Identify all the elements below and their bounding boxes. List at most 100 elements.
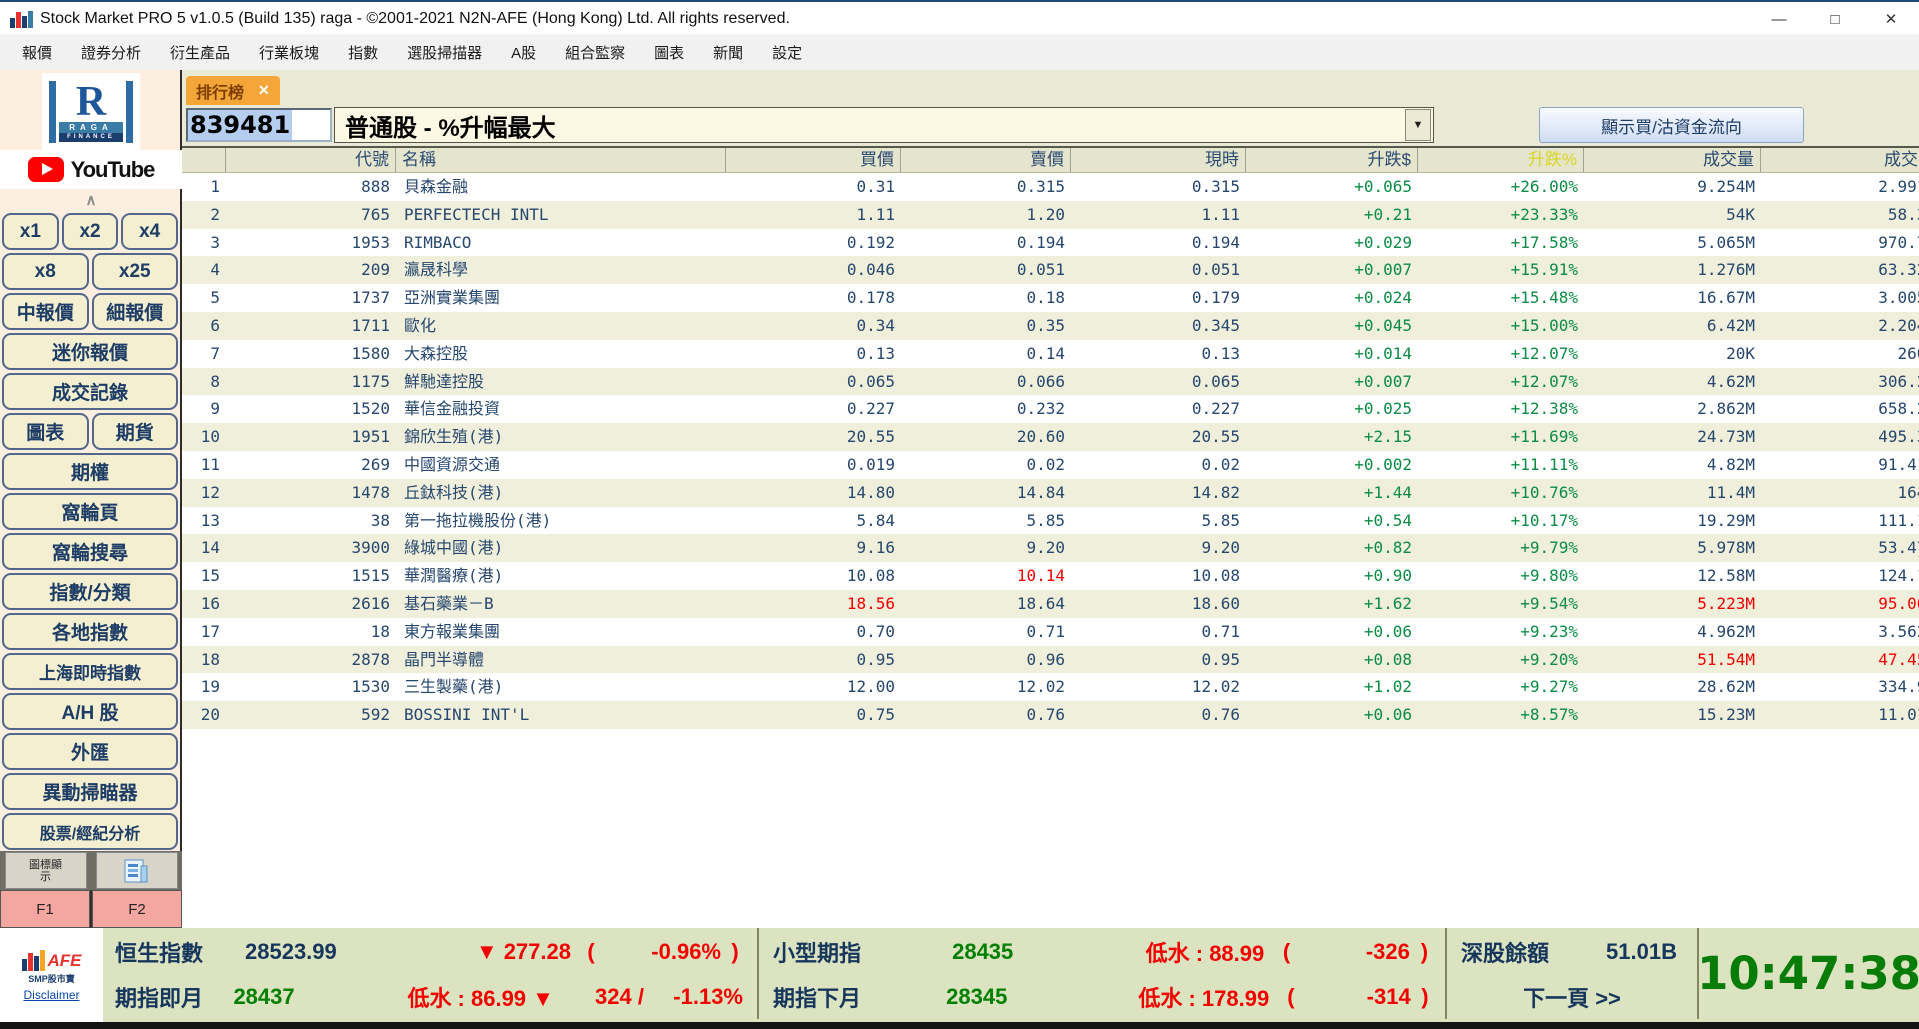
- close-button[interactable]: ✕: [1863, 2, 1919, 36]
- table-row[interactable]: 20 592 BOSSINI INT'L 0.75 0.76 0.76 +0.06 +8.57…: [182, 701, 1919, 729]
- sidebar-item-細報價[interactable]: 細報價: [91, 293, 178, 330]
- cell-amt: 47.45M: [1878, 649, 1919, 669]
- table-row[interactable]: 12 1478 丘鈦科技(港) 14.80 14.84 14.82 +1.44 +10.76%…: [182, 478, 1919, 507]
- minimize-button[interactable]: —: [1751, 2, 1807, 36]
- table-row[interactable]: 3 1953 RIMBACO 0.192 0.194 0.194 +0.029 +17.58%…: [182, 228, 1919, 257]
- menu-item-5[interactable]: 指數: [348, 42, 378, 63]
- menu-item-2[interactable]: 證券分析: [81, 42, 141, 63]
- table-row[interactable]: 9 1520 華信金融投資 0.227 0.232 0.227 +0.025 +12.38% 2…: [182, 395, 1919, 424]
- column-header-買價[interactable]: 買價: [726, 148, 901, 172]
- cell-name: 鮮馳達控股: [404, 371, 485, 391]
- table-row[interactable]: 4 209 瀛晟科學 0.046 0.051 0.051 +0.007 +15.91% 1.27…: [182, 256, 1919, 285]
- sidebar-item-股票/經紀分析[interactable]: 股票/經紀分析: [2, 813, 178, 850]
- sidebar-item-期權[interactable]: 期權: [2, 453, 178, 490]
- icon-display-button[interactable]: 圖標顯示: [4, 852, 87, 889]
- column-header-名稱[interactable]: 名稱: [396, 148, 726, 172]
- cell-name: PERFECTECH INTL: [404, 204, 549, 224]
- sidebar-item-期貨[interactable]: 期貨: [91, 413, 178, 450]
- maximize-button[interactable]: □: [1807, 2, 1863, 36]
- table-row[interactable]: 13 38 第一拖拉機股份(港) 5.84 5.85 5.85 +0.54 +10.17% 19…: [182, 506, 1919, 535]
- cell-code: 38: [370, 510, 390, 530]
- show-money-flow-button[interactable]: 顯示買/沽資金流向: [1539, 107, 1804, 143]
- fkey-F1[interactable]: F1: [0, 890, 90, 928]
- menu-item-3[interactable]: 衍生產品: [170, 42, 230, 63]
- collapse-chevron-icon[interactable]: ∧: [0, 191, 182, 211]
- menu-item-11[interactable]: 設定: [772, 42, 802, 63]
- fkey-F2[interactable]: F2: [92, 890, 182, 928]
- next-page-button[interactable]: 下一頁 >>: [1447, 981, 1697, 1013]
- sidebar-button-row: 期權: [2, 453, 178, 490]
- table-row[interactable]: 1 888 貝森金融 0.31 0.315 0.315 +0.065 +26.00% 9.254…: [182, 173, 1919, 201]
- youtube-button[interactable]: YouTube: [0, 150, 182, 189]
- table-row[interactable]: 15 1515 華潤醫療(港) 10.08 10.14 10.08 +0.90 +9.80% 1…: [182, 562, 1919, 590]
- table-row[interactable]: 10 1951 錦欣生殖(港) 20.55 20.60 20.55 +2.15 +11.69%…: [182, 423, 1919, 451]
- sidebar-item-A/H 股[interactable]: A/H 股: [2, 693, 178, 730]
- ticker-cell: ): [1421, 984, 1429, 1009]
- clock: 10:47:38: [1697, 928, 1919, 1019]
- column-header-rank[interactable]: [182, 148, 226, 172]
- tab-close-icon[interactable]: ✕: [258, 82, 270, 99]
- tab-ranking[interactable]: 排行榜 ✕: [186, 76, 280, 105]
- sidebar-item-中報價[interactable]: 中報價: [2, 293, 89, 330]
- table-row[interactable]: 7 1580 大森控股 0.13 0.14 0.13 +0.014 +12.07% 20K 260…: [182, 339, 1919, 368]
- sidebar-item-指數/分類[interactable]: 指數/分類: [2, 573, 178, 610]
- dropdown-arrow-icon[interactable]: ▼: [1405, 109, 1431, 141]
- sidebar-item-窩輪頁[interactable]: 窩輪頁: [2, 493, 178, 530]
- sidebar-item-x2[interactable]: x2: [61, 213, 119, 250]
- cell-rank: 11: [200, 454, 220, 474]
- cell-amt: 91.41K: [1878, 454, 1919, 474]
- menu-item-8[interactable]: 組合監察: [565, 42, 625, 63]
- column-header-賣價[interactable]: 賣價: [901, 148, 1071, 172]
- table-row[interactable]: 6 1711 歐化 0.34 0.35 0.345 +0.045 +15.00% 6.42M 2.…: [182, 311, 1919, 340]
- cell-code: 269: [361, 454, 390, 474]
- raga-logo-text: RAGA: [59, 122, 123, 133]
- column-header-現時[interactable]: 現時: [1071, 148, 1246, 172]
- cell-pct: +9.79%: [1520, 538, 1578, 558]
- sidebar-item-圖表[interactable]: 圖表: [2, 413, 89, 450]
- table-row[interactable]: 11 269 中國資源交通 0.019 0.02 0.02 +0.002 +11.11% 4.8…: [182, 450, 1919, 479]
- menu-item-10[interactable]: 新聞: [713, 42, 743, 63]
- cell-code: 2878: [351, 649, 390, 669]
- column-header-代號[interactable]: 代號: [226, 148, 396, 172]
- cell-ask: 0.315: [1016, 177, 1065, 196]
- sidebar-item-x25[interactable]: x25: [91, 253, 178, 290]
- ranking-type-value: 普通股 - %升幅最大: [345, 114, 556, 142]
- table-row[interactable]: 8 1175 鮮馳達控股 0.065 0.066 0.065 +0.007 +12.07% 4.…: [182, 367, 1919, 396]
- column-header-成交額[interactable]: 成交額: [1761, 148, 1919, 172]
- cell-code: 3900: [351, 538, 390, 558]
- menu-item-4[interactable]: 行業板塊: [259, 42, 319, 63]
- column-header-升跌$[interactable]: 升跌$: [1246, 148, 1418, 172]
- cell-rank: 4: [210, 260, 220, 280]
- table-row[interactable]: 18 2878 晶門半導體 0.95 0.96 0.95 +0.08 +9.20% 51.54M…: [182, 645, 1919, 674]
- cell-amt: 495.3M: [1878, 427, 1919, 447]
- sidebar-item-外匯[interactable]: 外匯: [2, 733, 178, 770]
- afe-panel: AFE SMP股市寶 Disclaimer: [0, 928, 103, 1022]
- stock-code-input[interactable]: 839481: [186, 108, 332, 142]
- ranking-type-select[interactable]: 普通股 - %升幅最大 ▼: [334, 107, 1434, 143]
- menu-item-7[interactable]: A股: [511, 42, 536, 63]
- table-row[interactable]: 2 765 PERFECTECH INTL 1.11 1.20 1.11 +0.21 +23.…: [182, 200, 1919, 229]
- sidebar-item-各地指數[interactable]: 各地指數: [2, 613, 178, 650]
- sidebar-item-窩輪搜尋[interactable]: 窩輪搜尋: [2, 533, 178, 570]
- cell-rank: 10: [200, 427, 220, 447]
- sidebar-item-異動掃瞄器[interactable]: 異動掃瞄器: [2, 773, 178, 810]
- menu-item-9[interactable]: 圖表: [654, 42, 684, 63]
- table-row[interactable]: 16 2616 基石藥業－B 18.56 18.64 18.60 +1.62 +9.54% 5.…: [182, 589, 1919, 618]
- cell-code: 888: [361, 177, 390, 196]
- menu-item-1[interactable]: 報價: [22, 42, 52, 63]
- menu-item-6[interactable]: 選股掃描器: [407, 42, 482, 63]
- column-header-成交量[interactable]: 成交量: [1584, 148, 1761, 172]
- disclaimer-link[interactable]: Disclaimer: [23, 988, 79, 1002]
- column-header-升跌%[interactable]: 升跌%: [1418, 148, 1584, 172]
- report-view-button[interactable]: [95, 852, 178, 889]
- sidebar-item-x1[interactable]: x1: [2, 213, 59, 250]
- table-row[interactable]: 5 1737 亞洲實業集團 0.178 0.18 0.179 +0.024 +15.48% 16…: [182, 284, 1919, 312]
- table-row[interactable]: 19 1530 三生製藥(港) 12.00 12.02 12.02 +1.02 +9.27% 2…: [182, 673, 1919, 702]
- sidebar-item-迷你報價[interactable]: 迷你報價: [2, 333, 178, 370]
- sidebar-item-上海即時指數[interactable]: 上海即時指數: [2, 653, 178, 690]
- table-row[interactable]: 17 18 東方報業集團 0.70 0.71 0.71 +0.06 +9.23% 4.962M 3…: [182, 617, 1919, 646]
- sidebar-item-x4[interactable]: x4: [121, 213, 179, 250]
- table-row[interactable]: 14 3900 綠城中國(港) 9.16 9.20 9.20 +0.82 +9.79% 5.97…: [182, 534, 1919, 563]
- sidebar-item-成交記錄[interactable]: 成交記錄: [2, 373, 178, 410]
- sidebar-item-x8[interactable]: x8: [2, 253, 89, 290]
